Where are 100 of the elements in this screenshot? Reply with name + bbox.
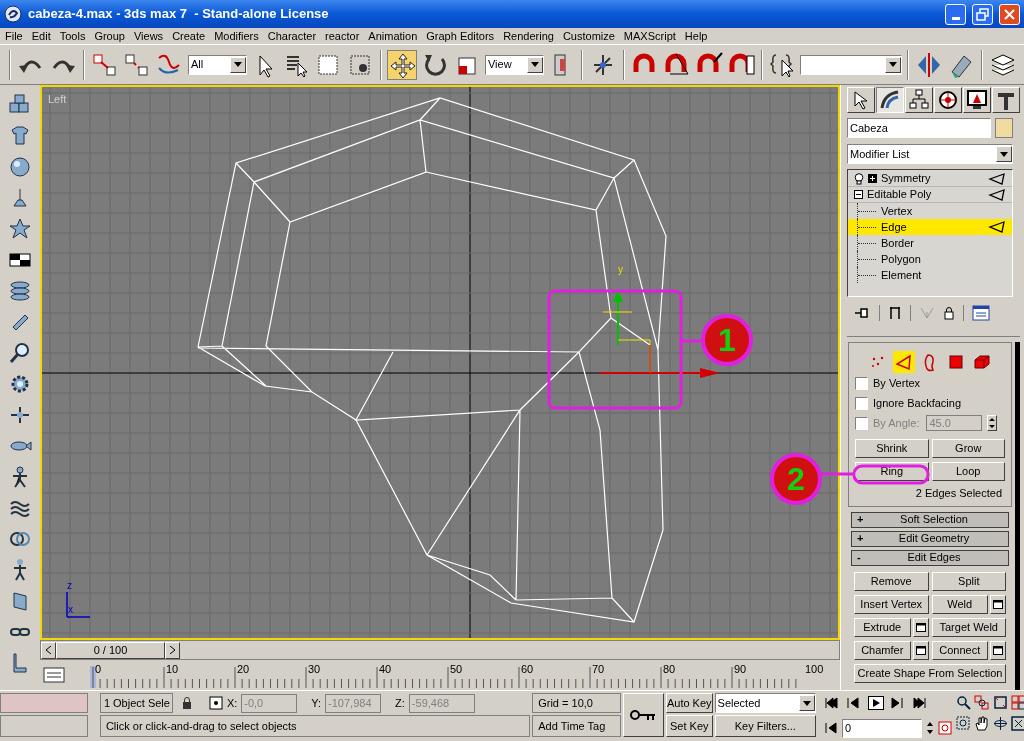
checkbox[interactable]	[855, 376, 868, 390]
edit-edges-button[interactable]: Target Weld	[931, 617, 1006, 637]
go-to-start-icon[interactable]	[824, 696, 841, 710]
key-mode-dropdown[interactable]: Selected	[714, 693, 817, 713]
time-configuration-icon[interactable]	[938, 721, 953, 735]
disc-stack-icon[interactable]	[8, 279, 32, 303]
edit-edges-button[interactable]: Connect	[931, 640, 988, 660]
hierarchy-tab[interactable]	[905, 87, 933, 113]
set-key-button[interactable]	[623, 693, 664, 737]
motion-tab[interactable]	[934, 87, 962, 113]
menu-item[interactable]: File	[5, 30, 23, 42]
utilities-tab[interactable]	[992, 87, 1020, 113]
edit-edges-button[interactable]: Weld	[931, 594, 988, 614]
region-zoom-icon[interactable]	[956, 716, 972, 731]
rollout-header[interactable]: + Edit Geometry	[851, 530, 1009, 547]
menu-item[interactable]: Graph Editors	[426, 30, 495, 42]
edit-edges-button[interactable]: Create Shape From Selection	[854, 663, 1006, 683]
create-tab[interactable]	[847, 87, 875, 113]
next-frame-button[interactable]	[165, 641, 180, 659]
zoom-extents-all-icon[interactable]	[1010, 695, 1024, 710]
key-mode-toggle-icon[interactable]	[824, 722, 839, 734]
reference-coordinate-dropdown[interactable]: View	[484, 54, 544, 75]
zoom-extents-icon[interactable]	[992, 695, 1008, 710]
zoom-all-icon[interactable]	[974, 695, 990, 710]
edge-level-button[interactable]	[893, 351, 915, 373]
sphere-icon[interactable]	[8, 155, 32, 179]
menu-item[interactable]: Help	[684, 30, 708, 42]
settings-button[interactable]	[990, 640, 1006, 660]
named-selection-dropdown[interactable]	[799, 54, 902, 75]
menu-item[interactable]: Tools	[59, 30, 86, 42]
selection-filter-dropdown[interactable]: All	[188, 54, 247, 75]
close-button[interactable]	[999, 3, 1020, 25]
stack-sub-item[interactable]: Border	[848, 235, 1012, 251]
modifier-list-dropdown[interactable]: Modifier List	[847, 144, 1013, 164]
menu-item[interactable]: Modifiers	[214, 30, 259, 42]
light-bulb-icon[interactable]	[854, 172, 864, 185]
rollout-header[interactable]: - Edit Edges	[851, 549, 1009, 566]
menu-item[interactable]: Create	[172, 30, 206, 42]
object-name-field[interactable]: Cabeza	[847, 118, 991, 138]
checkbox[interactable]	[855, 396, 868, 410]
menu-item[interactable]: MAXScript	[623, 30, 676, 42]
magnifier-icon[interactable]	[8, 341, 32, 365]
time-slider[interactable]: 0 / 100	[40, 640, 840, 660]
settings-button[interactable]	[912, 640, 929, 660]
stack-sub-item[interactable]: Polygon	[848, 251, 1012, 267]
stack-sub-item[interactable]: Edge	[848, 219, 1012, 235]
move-tool-button[interactable]	[386, 49, 417, 80]
mini-listener-field[interactable]	[0, 715, 88, 737]
show-end-result-icon[interactable]	[888, 305, 902, 321]
previous-frame-button[interactable]	[41, 641, 56, 659]
minimize-button[interactable]	[945, 3, 966, 25]
spinner[interactable]	[987, 415, 998, 431]
expand-icon[interactable]	[868, 174, 877, 183]
lock-icon[interactable]	[943, 306, 955, 320]
maximize-viewport-icon[interactable]	[1010, 716, 1024, 731]
current-frame-field[interactable]: 0	[842, 718, 923, 738]
time-slider-thumb[interactable]: 0 / 100	[56, 641, 165, 659]
star-icon[interactable]	[8, 217, 32, 241]
lock-selection-icon[interactable]	[180, 696, 193, 710]
menu-item[interactable]: Views	[133, 30, 164, 42]
auto-key-button[interactable]: Auto Key	[665, 693, 713, 713]
listener-field[interactable]	[0, 693, 88, 713]
edit-edges-button[interactable]: Chamfer	[854, 640, 911, 660]
orbit-icon[interactable]	[992, 716, 1008, 731]
menu-item[interactable]: reactor	[325, 30, 360, 42]
rollout-header[interactable]: + Soft Selection	[851, 511, 1009, 528]
settings-button[interactable]	[990, 594, 1006, 614]
stack-item[interactable]: Editable Poly	[848, 187, 1012, 203]
pan-hand-icon[interactable]	[974, 716, 990, 731]
settings-button[interactable]	[912, 617, 929, 637]
scrollbar[interactable]	[1015, 342, 1020, 690]
object-color-swatch[interactable]	[995, 118, 1013, 138]
menu-item[interactable]: Character	[267, 30, 317, 42]
menu-item[interactable]: Rendering	[503, 30, 554, 42]
key-filters-button[interactable]: Key Filters...	[714, 715, 817, 737]
display-tab[interactable]	[963, 87, 991, 113]
edit-edges-button[interactable]: Split	[931, 571, 1006, 591]
spinner-arrows-icon[interactable]	[926, 720, 935, 736]
configure-sets-icon[interactable]	[972, 305, 990, 321]
absolute-mode-icon[interactable]	[208, 696, 223, 710]
edit-edges-button[interactable]: Remove	[854, 571, 929, 591]
stack-sub-item[interactable]: Element	[848, 267, 1012, 283]
time-tag-field[interactable]: Add Time Tag	[532, 715, 621, 737]
set-key-mode-button[interactable]: Set Key	[665, 715, 713, 737]
zoom-icon[interactable]	[956, 695, 972, 710]
pin-stack-icon[interactable]	[853, 306, 871, 320]
menu-item[interactable]: Customize	[562, 30, 615, 42]
curve-editor-icon[interactable]	[42, 666, 66, 684]
selection-button[interactable]: Grow	[931, 439, 1005, 458]
collapse-icon[interactable]	[854, 190, 863, 199]
menu-item[interactable]: Group	[94, 30, 125, 42]
play-icon[interactable]	[868, 696, 885, 710]
menu-item[interactable]: Edit	[31, 30, 51, 42]
menu-item[interactable]: Animation	[368, 30, 418, 42]
edit-edges-button[interactable]: Extrude	[854, 617, 911, 637]
selection-button[interactable]: Loop	[931, 462, 1005, 481]
go-to-end-icon[interactable]	[912, 696, 929, 710]
restore-button[interactable]	[972, 3, 993, 25]
modify-tab[interactable]	[876, 87, 904, 113]
stack-item[interactable]: Symmetry	[848, 171, 1012, 187]
